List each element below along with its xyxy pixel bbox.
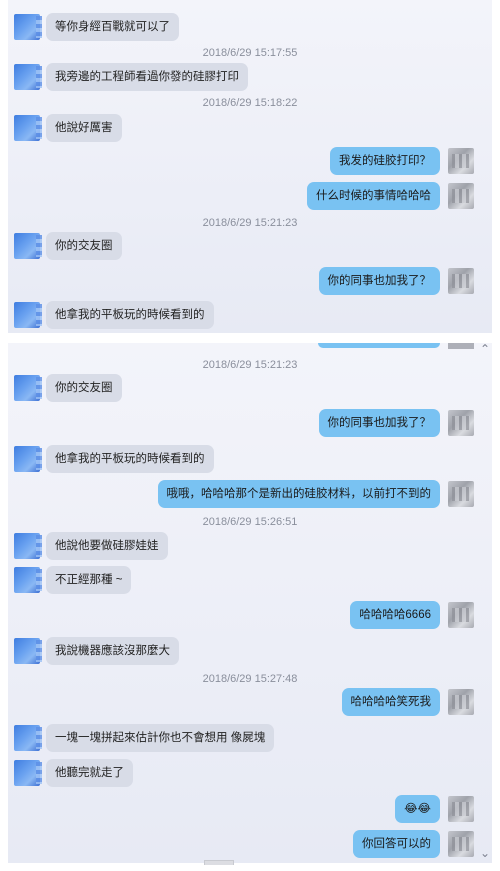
- user-avatar[interactable]: [448, 183, 474, 209]
- timestamp: 2018/6/29 15:26:51: [202, 516, 298, 528]
- received-message[interactable]: 他聽完就走了: [46, 759, 133, 787]
- message-row: 他拿我的平板玩的時候看到的: [8, 445, 492, 475]
- received-message[interactable]: 他拿我的平板玩的時候看到的: [46, 301, 214, 329]
- sent-message[interactable]: 我发的硅胶打印？: [330, 147, 440, 175]
- scrollbar-handle[interactable]: [204, 860, 234, 865]
- received-message[interactable]: 一塊一塊拼起來估計你也不會想用 像屍塊: [46, 724, 275, 752]
- sent-message[interactable]: 你回答可以的: [353, 830, 440, 858]
- message-row: 他拿我的平板玩的時候看到的: [8, 301, 492, 331]
- contact-avatar[interactable]: [14, 567, 42, 593]
- contact-avatar[interactable]: [14, 533, 42, 559]
- message-row: 你的同事也加我了？: [8, 267, 492, 297]
- sent-message[interactable]: 哈哈哈哈6666: [350, 601, 440, 629]
- received-message[interactable]: 他說好厲害: [46, 114, 122, 142]
- received-message[interactable]: 你的交友圈: [46, 232, 122, 260]
- message-row: 我旁邊的工程師看過你發的硅膠打印: [8, 63, 492, 93]
- message-row: 什么时候的事情哈哈哈: [8, 182, 492, 212]
- timestamp: 2018/6/29 15:21:23: [202, 359, 298, 371]
- timestamp: 2018/6/29 15:18:22: [202, 97, 298, 109]
- user-avatar-partial: [448, 343, 474, 349]
- message-row: 他說他要做硅膠娃娃: [8, 532, 492, 562]
- contact-avatar[interactable]: [14, 14, 42, 40]
- contact-avatar[interactable]: [14, 115, 42, 141]
- sent-message-partial: [318, 343, 440, 348]
- message-list: 等你身經百戰就可以了 2018/6/29 15:17:55 我旁邊的工程師看過你…: [8, 0, 492, 333]
- user-avatar[interactable]: [448, 410, 474, 436]
- message-row: 不正經那種 ~: [8, 566, 492, 596]
- message-row: 你的交友圈: [8, 374, 492, 404]
- user-avatar[interactable]: [448, 796, 474, 822]
- chevron-down-icon[interactable]: ⌄: [480, 847, 490, 859]
- received-message[interactable]: 等你身經百戰就可以了: [46, 13, 179, 41]
- sent-message[interactable]: 什么时候的事情哈哈哈: [307, 182, 440, 210]
- user-avatar[interactable]: [448, 268, 474, 294]
- message-row: 哈哈哈哈6666: [8, 601, 492, 631]
- sent-message[interactable]: 你的同事也加我了？: [318, 409, 440, 437]
- contact-avatar[interactable]: [14, 302, 42, 328]
- user-avatar[interactable]: [448, 831, 474, 857]
- user-avatar[interactable]: [448, 689, 474, 715]
- timestamp: 2018/6/29 15:21:23: [202, 217, 298, 229]
- timestamp: 2018/6/29 15:27:48: [202, 673, 298, 685]
- chevron-up-icon[interactable]: ⌃: [480, 343, 490, 355]
- received-message[interactable]: 不正經那種 ~: [46, 566, 132, 594]
- contact-avatar[interactable]: [14, 64, 42, 90]
- received-message[interactable]: 他說他要做硅膠娃娃: [46, 532, 168, 560]
- contact-avatar[interactable]: [14, 233, 42, 259]
- user-avatar[interactable]: [448, 481, 474, 507]
- message-row: 你的交友圈: [8, 232, 492, 262]
- received-message[interactable]: 我說機器應該沒那麼大: [46, 637, 179, 665]
- message-row: 😂😂: [8, 795, 492, 825]
- message-row: 一塊一塊拼起來估計你也不會想用 像屍塊: [8, 724, 492, 754]
- received-message[interactable]: 我旁邊的工程師看過你發的硅膠打印: [46, 63, 248, 91]
- message-row: 我說機器應該沒那麼大: [8, 637, 492, 667]
- user-avatar[interactable]: [448, 148, 474, 174]
- timestamp: 2018/6/29 15:17:55: [202, 47, 298, 59]
- message-row: 你回答可以的: [8, 830, 492, 860]
- message-row: 哦哦，哈哈哈那个是新出的硅胶材料，以前打不到的: [8, 480, 492, 510]
- sent-message[interactable]: 哈哈哈哈笑死我: [341, 688, 440, 716]
- chat-panel-top: 等你身經百戰就可以了 2018/6/29 15:17:55 我旁邊的工程師看過你…: [8, 0, 492, 333]
- message-row: 哈哈哈哈笑死我: [8, 688, 492, 718]
- contact-avatar[interactable]: [14, 638, 42, 664]
- contact-avatar[interactable]: [14, 375, 42, 401]
- contact-avatar[interactable]: [14, 760, 42, 786]
- user-avatar[interactable]: [448, 602, 474, 628]
- message-row: 等你身經百戰就可以了: [8, 13, 492, 43]
- message-row: 他說好厲害: [8, 114, 492, 144]
- message-row: 我发的硅胶打印？: [8, 147, 492, 177]
- message-row: 他聽完就走了: [8, 759, 492, 789]
- sent-message[interactable]: 你的同事也加我了？: [318, 267, 440, 295]
- sent-message[interactable]: 哦哦，哈哈哈那个是新出的硅胶材料，以前打不到的: [157, 480, 440, 508]
- message-list: ⌃ 2018/6/29 15:21:23 你的交友圈 你的同事也加我了？ 他拿我…: [8, 343, 492, 863]
- contact-avatar[interactable]: [14, 725, 42, 751]
- contact-avatar[interactable]: [14, 446, 42, 472]
- chat-panel-bottom: ⌃ 2018/6/29 15:21:23 你的交友圈 你的同事也加我了？ 他拿我…: [8, 343, 492, 863]
- message-row: 你的同事也加我了？: [8, 409, 492, 439]
- sent-message[interactable]: 😂😂: [395, 795, 440, 823]
- received-message[interactable]: 你的交友圈: [46, 374, 122, 402]
- received-message[interactable]: 他拿我的平板玩的時候看到的: [46, 445, 214, 473]
